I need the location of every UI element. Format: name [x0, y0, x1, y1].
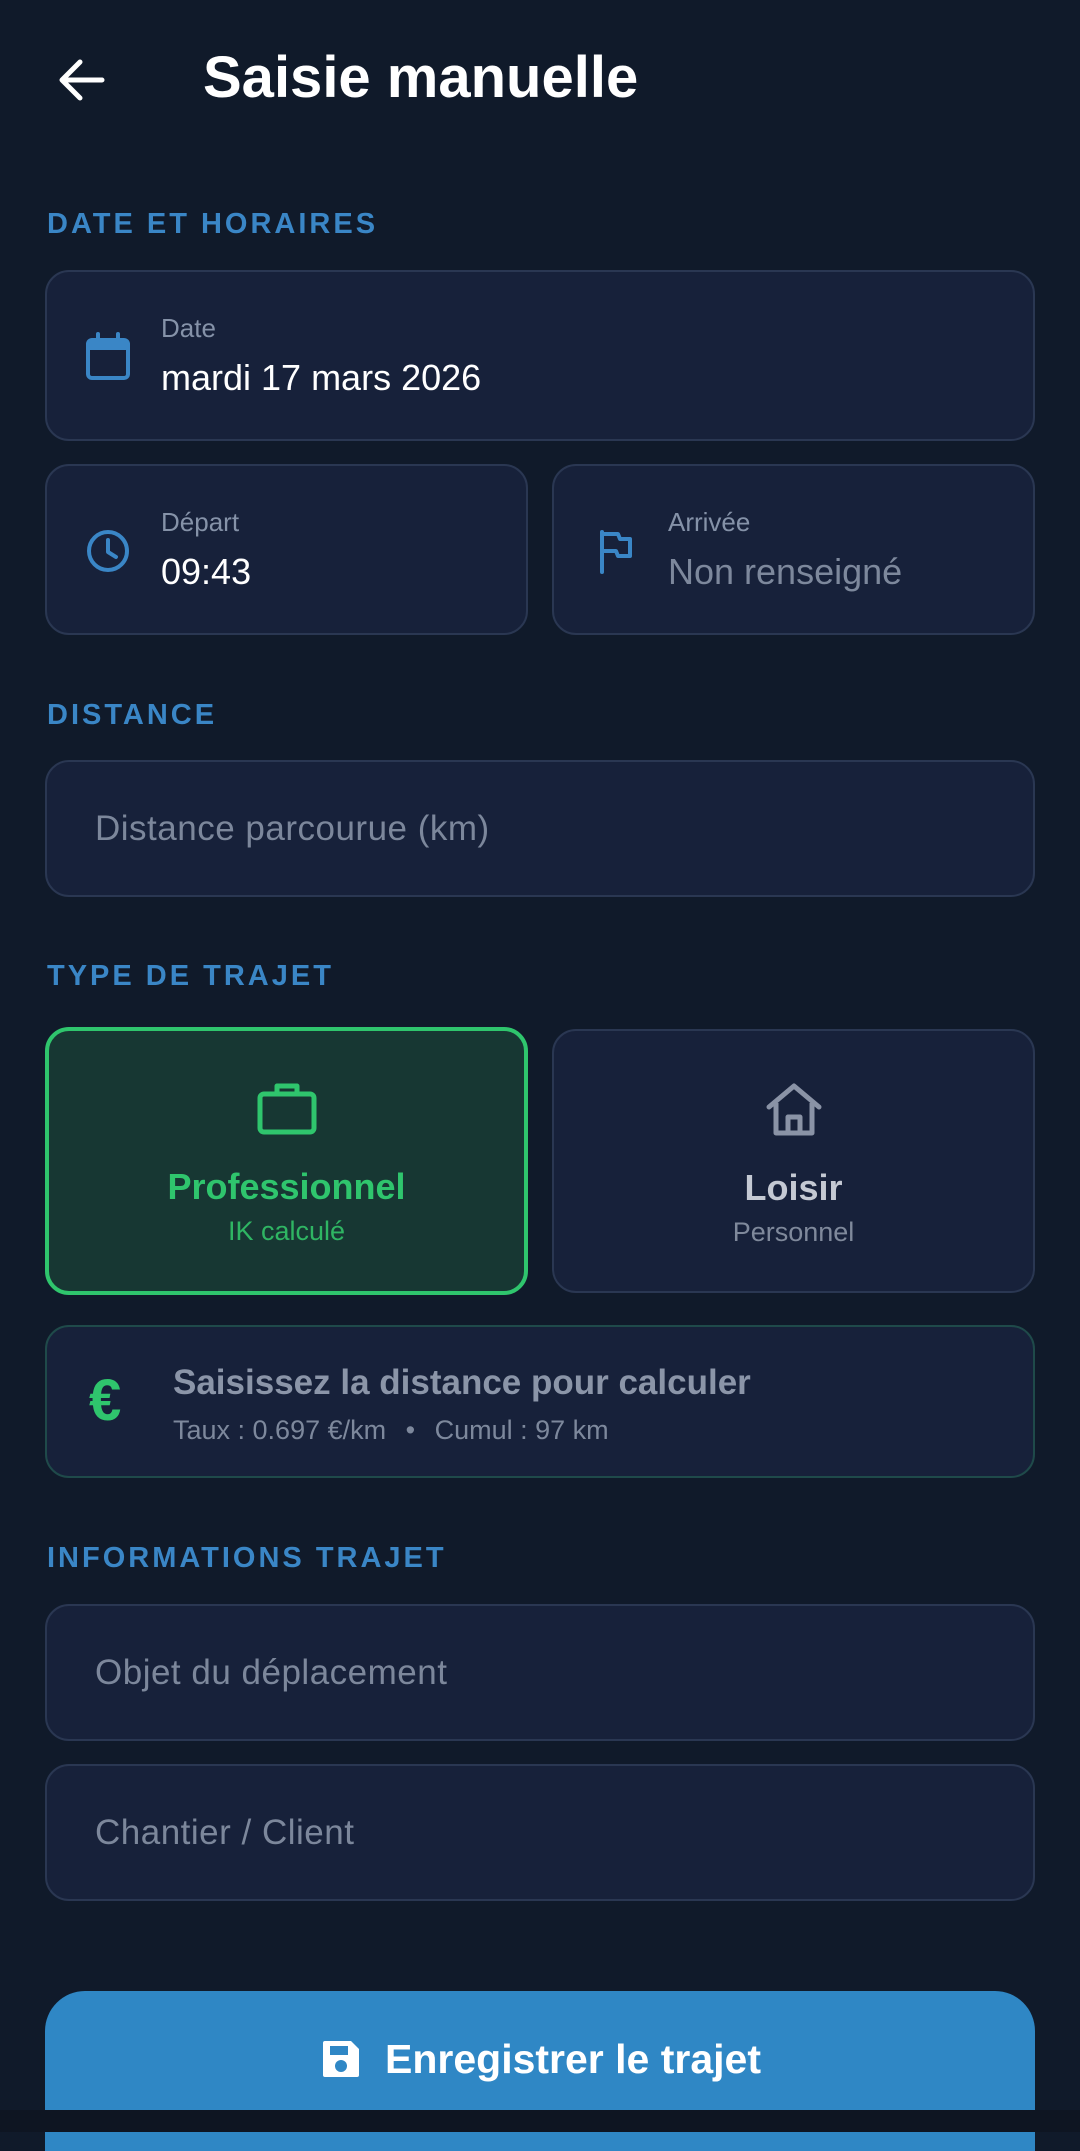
site-placeholder: Chantier / Client [95, 1812, 355, 1852]
arrival-label: Arrivée [668, 507, 751, 537]
trip-type-leisure[interactable]: Loisir Personnel [552, 1029, 1035, 1293]
arrival-value: Non renseigné [668, 551, 903, 592]
departure-label: Départ [161, 507, 240, 537]
departure-value: 09:43 [161, 551, 252, 592]
trip-type-professional[interactable]: Professionnel IK calculé [45, 1027, 528, 1295]
ik-cumulative: Cumul : 97 km [434, 1415, 609, 1445]
ik-info-title: Saisissez la distance pour calculer [173, 1363, 751, 1402]
leisure-subtitle: Personnel [732, 1217, 855, 1247]
arrival-field[interactable]: Arrivée Non renseigné [552, 464, 1035, 635]
system-navigation-bar [0, 2110, 1080, 2132]
arrow-left-icon [59, 59, 105, 101]
date-label: Date [161, 313, 216, 343]
ik-info-card: € Saisissez la distance pour calculer Ta… [45, 1325, 1035, 1478]
date-field[interactable]: Date mardi 17 mars 2026 [45, 270, 1035, 441]
professional-subtitle: IK calculé [227, 1216, 346, 1246]
section-trip-type: TYPE DE TRAJET [47, 960, 334, 992]
calendar-icon [86, 332, 130, 380]
date-value: mardi 17 mars 2026 [161, 357, 482, 398]
section-distance: DISTANCE [47, 699, 218, 731]
ik-info-details: Taux : 0.697 €/km • Cumul : 97 km [173, 1415, 609, 1446]
save-trip-label: Enregistrer le trajet [385, 2036, 761, 2082]
professional-title: Professionnel [167, 1166, 406, 1207]
page-title: Saisie manuelle [203, 45, 639, 110]
purpose-input[interactable]: Objet du déplacement [45, 1604, 1035, 1741]
save-icon [323, 2041, 359, 2077]
section-date-time: DATE ET HORAIRES [47, 208, 379, 240]
home-icon [766, 1083, 821, 1136]
departure-field[interactable]: Départ 09:43 [45, 464, 528, 635]
briefcase-icon [257, 1083, 316, 1135]
euro-icon: € [89, 1368, 122, 1433]
purpose-placeholder: Objet du déplacement [95, 1652, 448, 1692]
leisure-title: Loisir [744, 1167, 843, 1208]
back-button[interactable] [48, 52, 112, 108]
flag-icon [600, 530, 632, 574]
distance-placeholder: Distance parcourue (km) [95, 808, 490, 848]
distance-input[interactable]: Distance parcourue (km) [45, 760, 1035, 897]
section-trip-info: INFORMATIONS TRAJET [47, 1542, 447, 1574]
site-client-input[interactable]: Chantier / Client [45, 1764, 1035, 1901]
ik-rate: Taux : 0.697 €/km [173, 1415, 387, 1445]
clock-icon [87, 530, 129, 572]
ik-separator: • [405, 1415, 416, 1445]
